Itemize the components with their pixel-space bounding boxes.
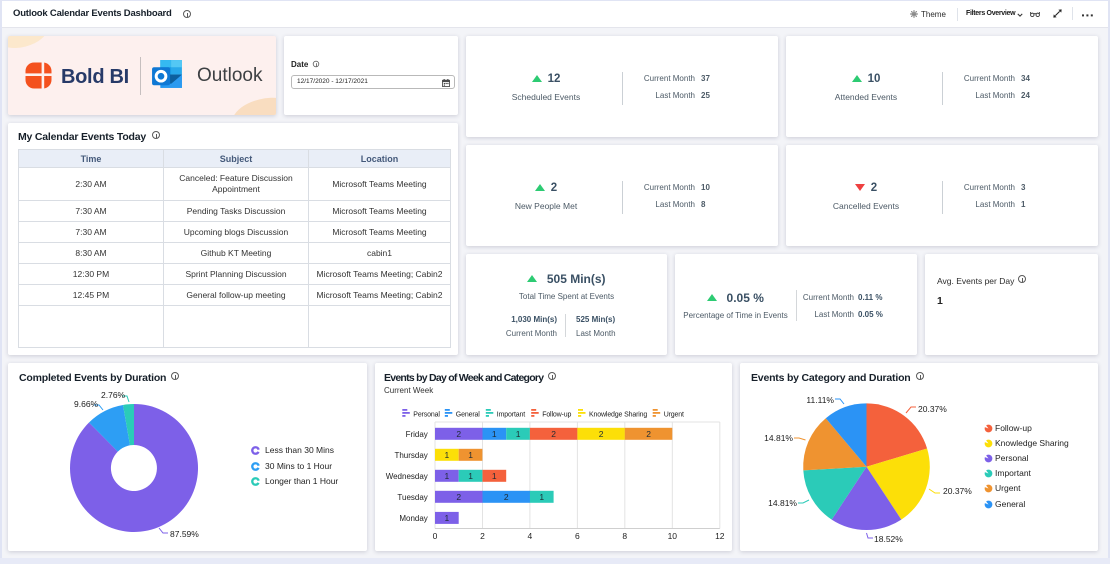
svg-text:Wednesday: Wednesday [386,472,428,481]
svg-text:12: 12 [715,531,725,541]
svg-text:2: 2 [480,531,485,541]
svg-text:2: 2 [646,429,651,439]
svg-text:1: 1 [445,450,450,460]
svg-text:1: 1 [468,450,473,460]
svg-text:Follow-up: Follow-up [542,412,571,419]
svg-text:1: 1 [492,471,497,481]
svg-text:10: 10 [668,531,678,541]
svg-text:1: 1 [445,513,450,523]
svg-text:2: 2 [456,429,461,439]
svg-text:1: 1 [468,471,473,481]
svg-text:Friday: Friday [406,430,428,439]
svg-text:1: 1 [516,429,521,439]
svg-text:4: 4 [528,531,533,541]
svg-text:1: 1 [492,429,497,439]
svg-text:8: 8 [622,531,627,541]
svg-text:1: 1 [539,492,544,502]
svg-text:1: 1 [445,471,450,481]
svg-text:Monday: Monday [399,514,427,523]
svg-text:General: General [456,412,480,419]
svg-text:2: 2 [599,429,604,439]
svg-text:0: 0 [433,531,438,541]
svg-text:Tuesday: Tuesday [397,493,427,502]
svg-text:2: 2 [504,492,509,502]
svg-text:Thursday: Thursday [394,451,427,460]
svg-text:Important: Important [497,412,525,419]
svg-text:2: 2 [551,429,556,439]
svg-text:2: 2 [456,492,461,502]
svg-text:6: 6 [575,531,580,541]
svg-text:Personal: Personal [413,412,440,419]
svg-text:Knowledge Sharing: Knowledge Sharing [589,412,647,419]
svg-text:Urgent: Urgent [664,412,684,419]
